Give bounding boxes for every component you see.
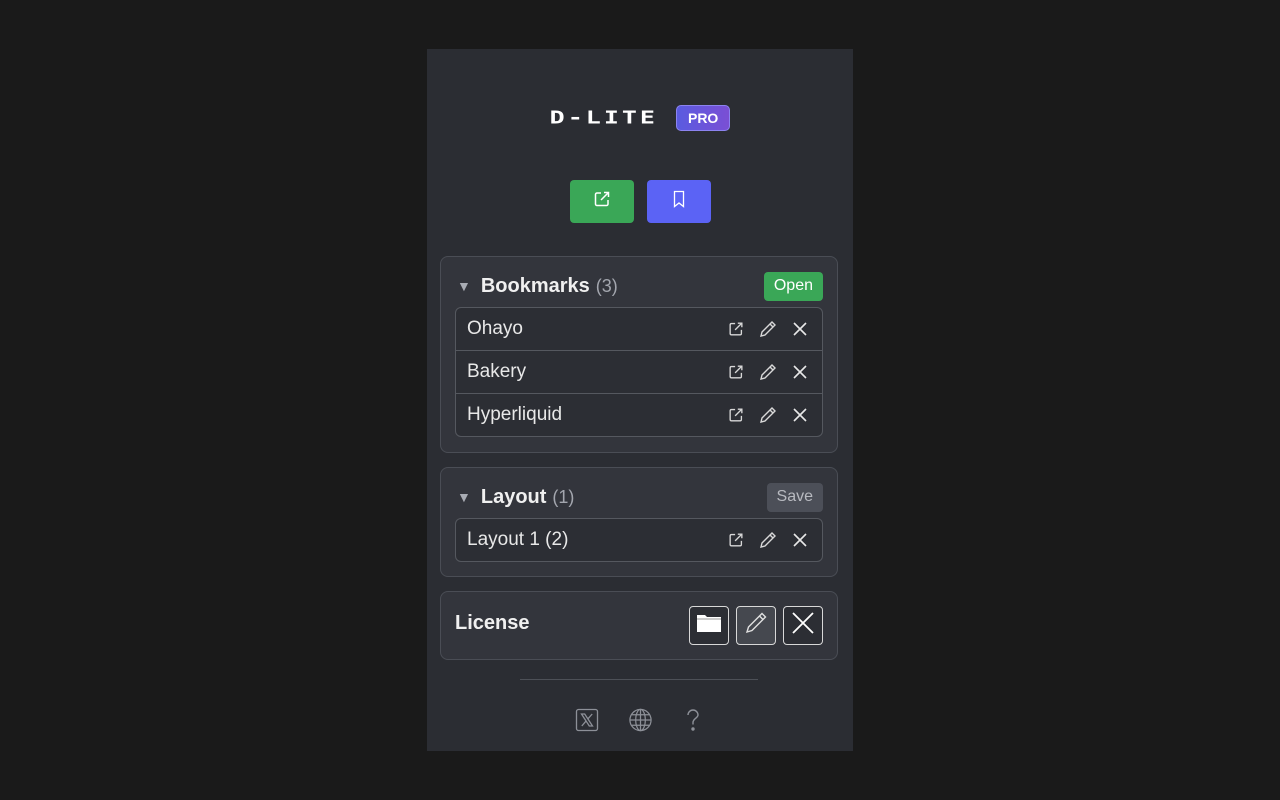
- pencil-icon[interactable]: [757, 530, 778, 551]
- action-buttons: [427, 180, 853, 223]
- extension-popup: D-LITE PRO ▼ Bookmarks (3) Open Ohayo Ba…: [427, 49, 853, 751]
- license-actions: [689, 606, 823, 645]
- close-icon[interactable]: [789, 405, 810, 426]
- layout-header[interactable]: ▼ Layout (1) Save: [457, 482, 823, 512]
- license-edit-button[interactable]: [736, 606, 776, 645]
- help-icon[interactable]: [681, 707, 706, 732]
- list-item[interactable]: Ohayo: [456, 308, 822, 351]
- bookmarks-section: ▼ Bookmarks (3) Open Ohayo Bakery Hyperl…: [440, 256, 838, 453]
- bookmarks-list: Ohayo Bakery Hyperliquid: [455, 307, 823, 437]
- bookmarks-title: Bookmarks: [480, 274, 590, 297]
- pencil-icon: [743, 610, 769, 641]
- header: D-LITE PRO: [427, 103, 853, 132]
- x-logo-icon[interactable]: [575, 707, 600, 732]
- bookmark-button[interactable]: [646, 180, 711, 223]
- open-external-button[interactable]: [569, 180, 634, 223]
- pro-badge: PRO: [675, 104, 731, 131]
- open-bookmarks-button[interactable]: Open: [763, 271, 823, 301]
- close-icon[interactable]: [789, 319, 810, 340]
- collapse-caret-icon[interactable]: ▼: [457, 278, 471, 294]
- external-link-icon[interactable]: [725, 530, 746, 551]
- layout-label: Layout 1 (2): [467, 529, 569, 550]
- layout-count: (1): [552, 486, 575, 507]
- globe-icon[interactable]: [628, 707, 653, 732]
- folder-icon: [696, 612, 722, 639]
- bookmark-label: Ohayo: [467, 318, 523, 339]
- bookmark-label: Bakery: [467, 361, 527, 382]
- pencil-icon[interactable]: [757, 362, 778, 383]
- pencil-icon[interactable]: [757, 405, 778, 426]
- bookmark-label: Hyperliquid: [467, 404, 563, 425]
- footer-links: [427, 707, 853, 732]
- external-link-icon[interactable]: [725, 405, 746, 426]
- bookmark-icon: [670, 189, 688, 214]
- collapse-caret-icon[interactable]: ▼: [457, 489, 471, 505]
- close-icon[interactable]: [789, 362, 810, 383]
- bookmarks-header[interactable]: ▼ Bookmarks (3) Open: [457, 271, 823, 301]
- bookmarks-count: (3): [595, 275, 618, 296]
- list-item[interactable]: Bakery: [456, 351, 822, 394]
- external-link-icon[interactable]: [725, 362, 746, 383]
- external-link-icon[interactable]: [725, 319, 746, 340]
- app-logo: D-LITE: [549, 107, 658, 128]
- list-item[interactable]: Layout 1 (2): [456, 519, 822, 561]
- layout-list: Layout 1 (2): [455, 518, 823, 562]
- license-folder-button[interactable]: [689, 606, 729, 645]
- close-icon[interactable]: [789, 530, 810, 551]
- license-section: License: [440, 591, 838, 660]
- layout-section: ▼ Layout (1) Save Layout 1 (2): [440, 467, 838, 577]
- license-remove-button[interactable]: [783, 606, 823, 645]
- layout-title: Layout: [480, 485, 547, 508]
- save-layout-button[interactable]: Save: [766, 482, 823, 512]
- close-icon: [791, 611, 815, 640]
- list-item[interactable]: Hyperliquid: [456, 394, 822, 436]
- external-link-icon: [592, 189, 612, 214]
- license-title: License: [455, 612, 530, 634]
- footer-divider: [520, 679, 758, 680]
- pencil-icon[interactable]: [757, 319, 778, 340]
